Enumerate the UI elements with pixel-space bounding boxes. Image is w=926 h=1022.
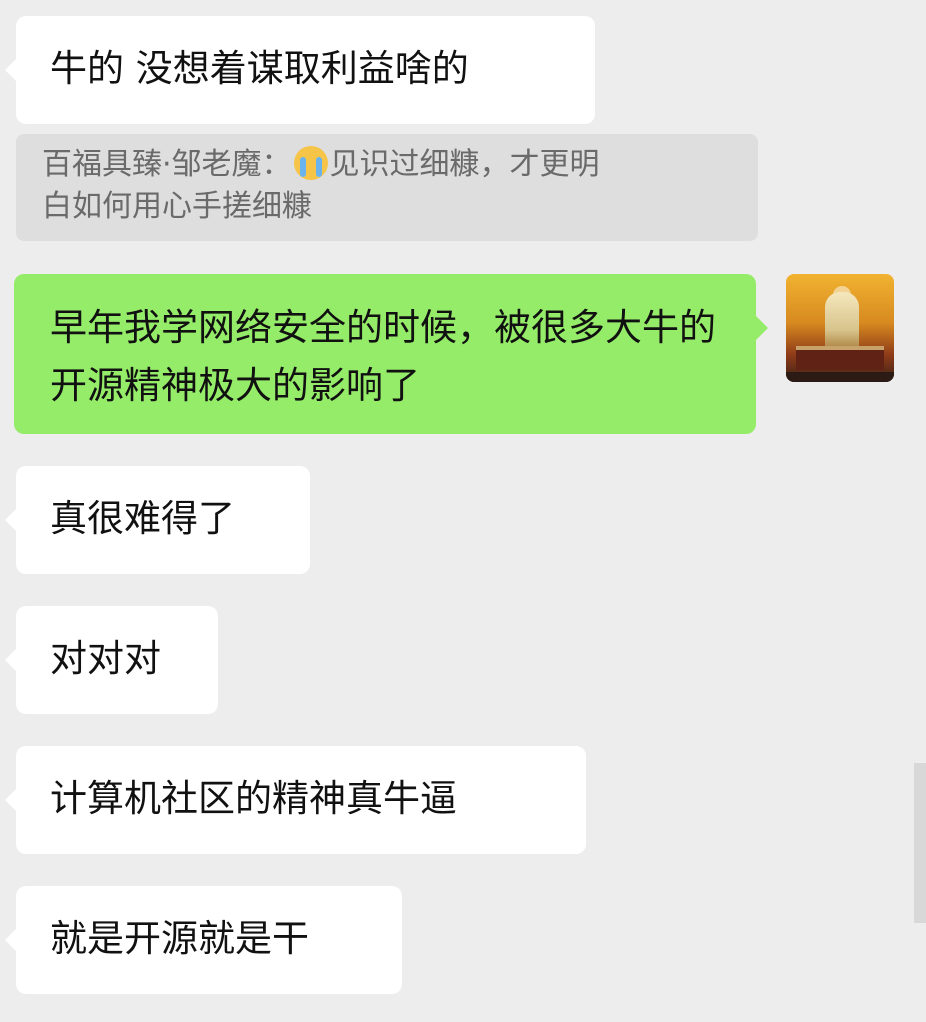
message-bubble-left[interactable]: 计算机社区的精神真牛逼 [5, 746, 586, 854]
avatar-table-icon [796, 346, 884, 370]
message-bubble-left[interactable]: 真很难得了 [5, 466, 310, 574]
message-text: 就是开源就是干 [50, 917, 309, 960]
message-text: 真很难得了 [50, 497, 235, 540]
avatar-base-icon [786, 372, 894, 382]
scrollbar[interactable] [914, 763, 926, 923]
avatar[interactable] [786, 274, 894, 382]
message-text: 牛的 没想着谋取利益啥的 [50, 47, 469, 90]
quote-text-line1: 见识过细糠，才更明 [329, 147, 600, 182]
quoted-message[interactable]: 百福具臻·邹老魔： 见识过细糠，才更明 白如何用心手搓细糠 [16, 134, 758, 241]
message-bubble-right[interactable]: 早年我学网络安全的时候，被很多大牛的开源精神极大的影响了 [14, 274, 768, 434]
message-bubble-left[interactable]: 牛的 没想着谋取利益啥的 [5, 16, 595, 124]
quote-author: 百福具臻·邹老魔： [42, 147, 292, 182]
crying-emoji-icon [293, 146, 328, 180]
message-bubble-left[interactable]: 对对对 [5, 606, 218, 714]
message-text: 计算机社区的精神真牛逼 [50, 777, 457, 820]
message-text: 对对对 [50, 637, 161, 680]
message-bubble-left[interactable]: 就是开源就是干 [5, 886, 402, 994]
quote-text-line2: 白如何用心手搓细糠 [42, 189, 312, 224]
message-text: 早年我学网络安全的时候，被很多大牛的开源精神极大的影响了 [50, 306, 716, 407]
